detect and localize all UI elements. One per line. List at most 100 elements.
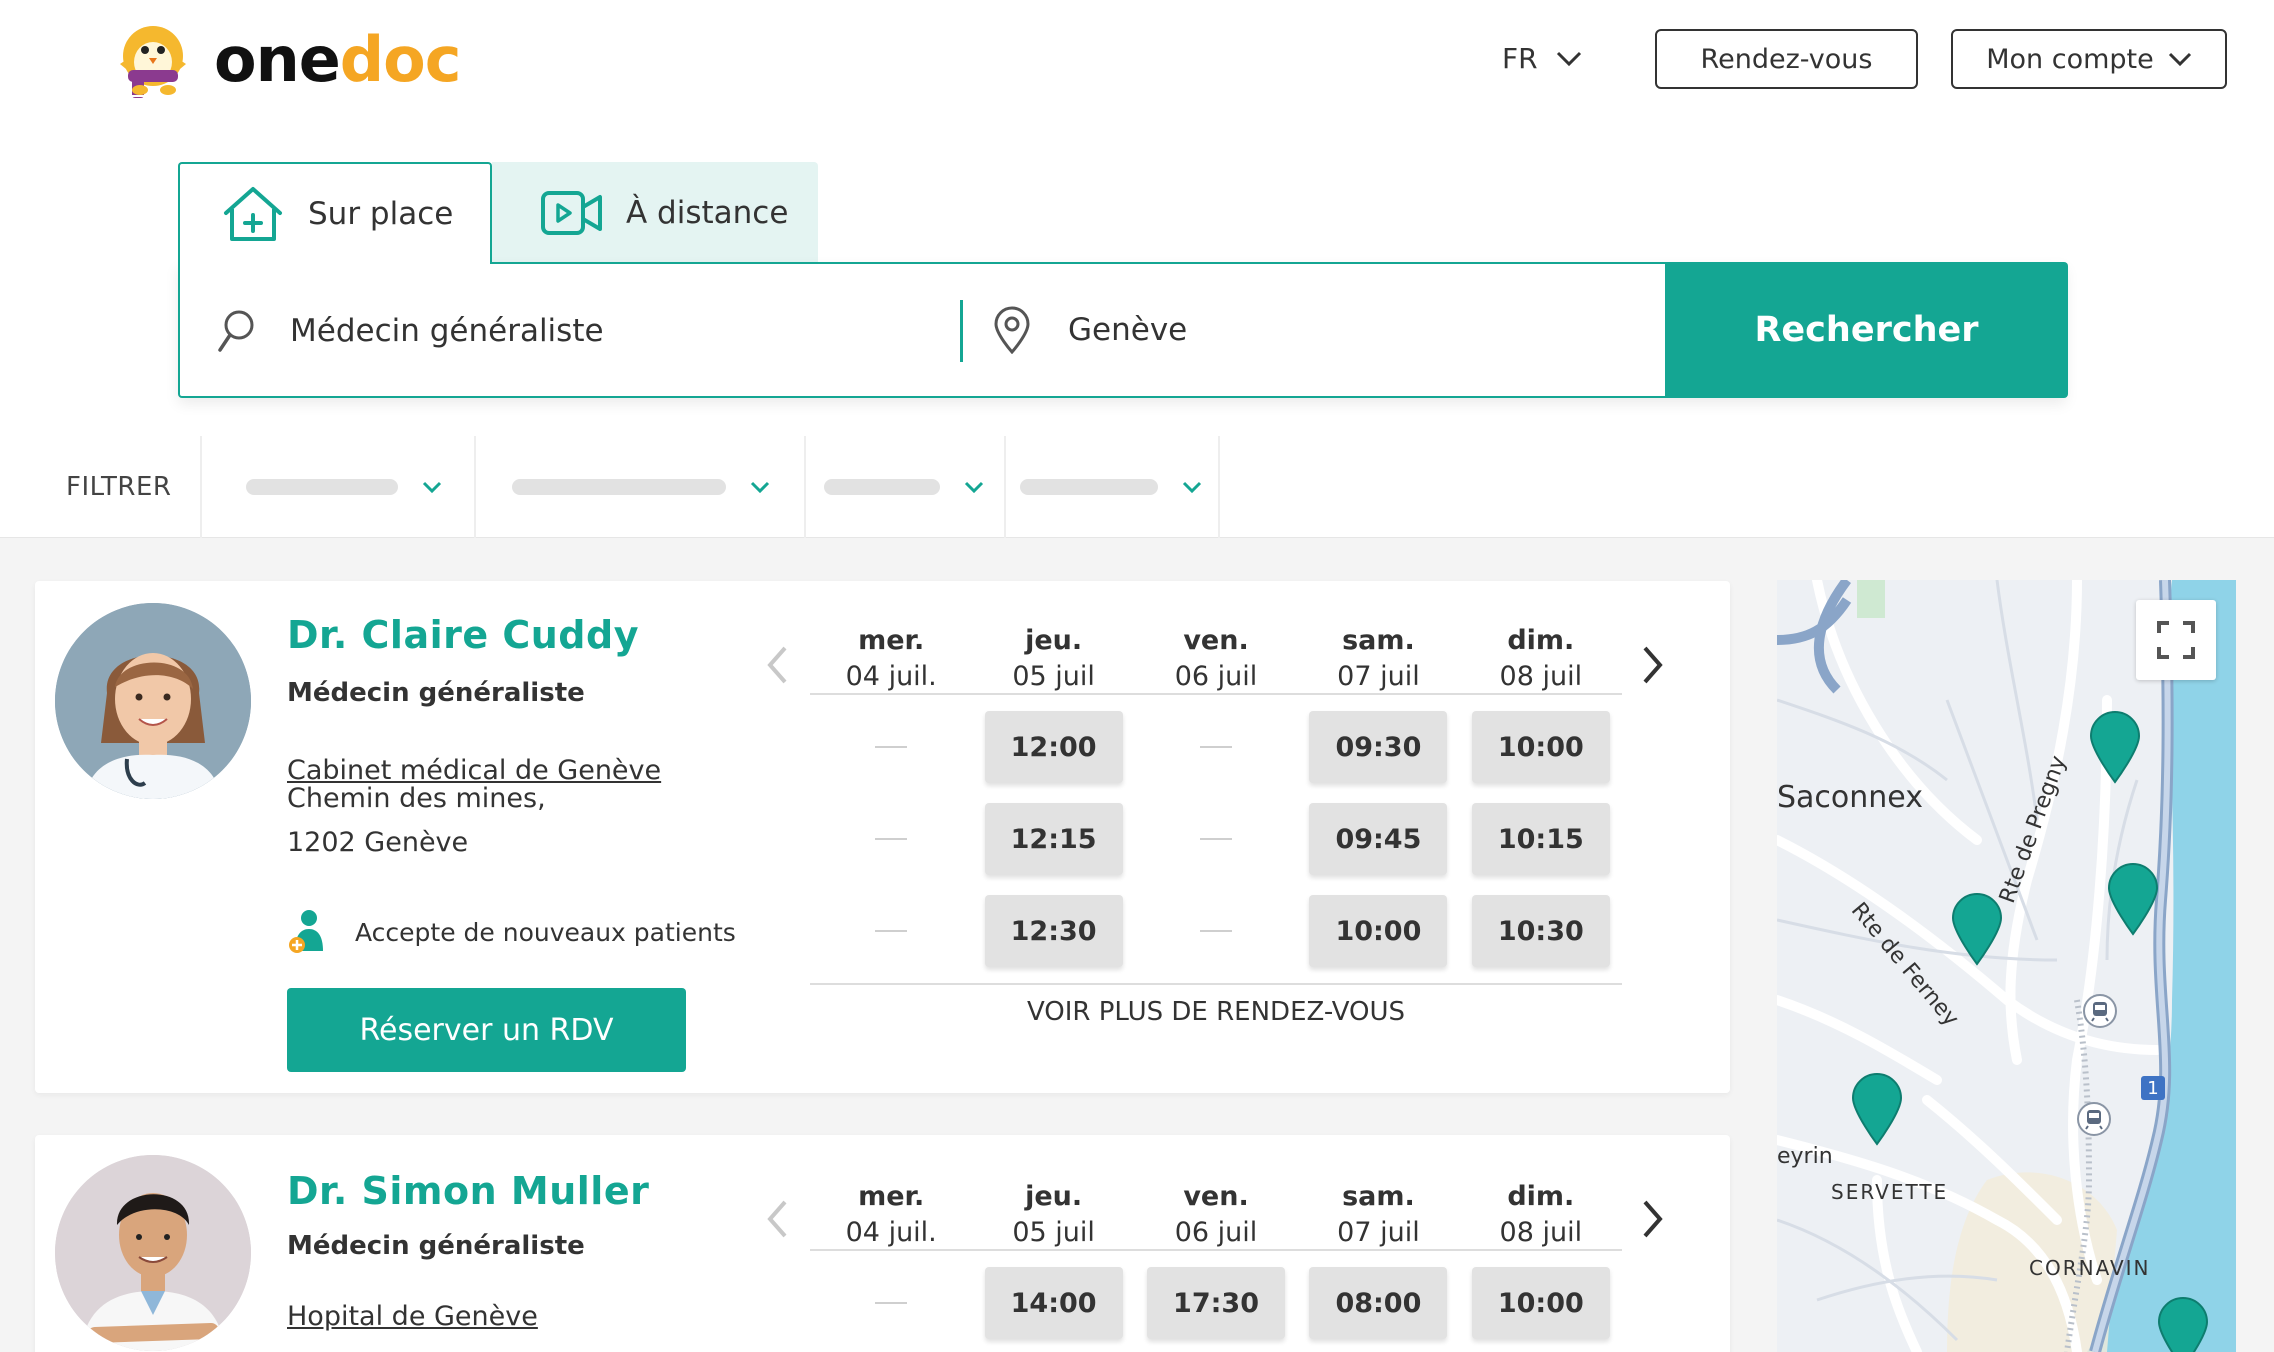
time-slot[interactable]: 17:30 xyxy=(1147,1267,1286,1339)
time-slot[interactable]: 10:15 xyxy=(1471,803,1610,875)
map-marker[interactable] xyxy=(2157,1296,2209,1352)
calendar-header: mer. 04 juil. jeu. 05 juil ven. 06 juil sam… xyxy=(810,1181,1622,1251)
time-slot[interactable]: 09:30 xyxy=(1309,711,1448,783)
map-label-peyrin: eyrin xyxy=(1777,1144,1833,1169)
filter-dropdown-3[interactable] xyxy=(824,436,984,538)
day-header: jeu. 05 juil xyxy=(972,625,1134,693)
time-slot[interactable]: 10:30 xyxy=(1471,895,1610,967)
language-selector[interactable]: FR xyxy=(1502,42,1582,75)
map-marker[interactable] xyxy=(2107,862,2159,940)
time-slot[interactable]: 10:00 xyxy=(1471,1267,1610,1339)
no-slot xyxy=(822,711,960,783)
calendar-slots: 14:00 17:30 08:00 10:00 xyxy=(810,1251,1622,1352)
next-days-button[interactable] xyxy=(1633,635,1673,695)
day-date: 08 juil xyxy=(1499,661,1583,692)
doctor-avatar xyxy=(55,1155,251,1351)
time-slot[interactable]: 14:00 xyxy=(984,1267,1123,1339)
time-slot[interactable]: 10:00 xyxy=(1309,895,1448,967)
search-button[interactable]: Rechercher xyxy=(1665,262,2068,398)
day-date: 07 juil xyxy=(1337,661,1420,692)
address-street: Chemin des mines, xyxy=(287,783,546,814)
day-date: 04 juil. xyxy=(845,1217,937,1248)
onedoc-logo[interactable]: onedoc xyxy=(110,18,462,102)
availability-calendar: mer. 04 juil. jeu. 05 juil ven. 06 juil sam… xyxy=(810,1181,1622,1352)
day-name: jeu. xyxy=(1025,1181,1083,1212)
day-header: dim. 08 juil xyxy=(1460,1181,1622,1249)
map-marker[interactable] xyxy=(2089,710,2141,788)
location-pin-icon xyxy=(994,306,1030,354)
chevron-right-icon xyxy=(1643,646,1663,684)
no-slot xyxy=(822,895,960,967)
day-header: sam. 07 juil xyxy=(1297,1181,1459,1249)
map-fullscreen-button[interactable] xyxy=(2136,600,2216,680)
appointments-button[interactable]: Rendez-vous xyxy=(1655,29,1918,89)
day-column: 17:30 xyxy=(1135,1267,1297,1352)
filter-placeholder xyxy=(1020,479,1158,495)
no-slot xyxy=(1147,895,1285,967)
map-marker[interactable] xyxy=(1951,892,2003,970)
book-appointment-button[interactable]: Réserver un RDV xyxy=(287,988,686,1072)
no-slot xyxy=(1147,803,1285,875)
map-marker[interactable] xyxy=(1851,1072,1903,1150)
address-city: 1202 Genève xyxy=(287,827,469,858)
time-slot[interactable]: 10:00 xyxy=(1471,711,1610,783)
doctor-name[interactable]: Dr. Simon Muller xyxy=(287,1169,649,1213)
day-column xyxy=(810,711,972,987)
chevron-down-icon xyxy=(964,481,984,493)
appointments-button-label: Rendez-vous xyxy=(1700,43,1873,75)
prev-days-button[interactable] xyxy=(757,635,797,695)
day-date: 07 juil xyxy=(1337,1217,1420,1248)
day-header: jeu. 05 juil xyxy=(972,1181,1134,1249)
search-button-label: Rechercher xyxy=(1754,310,1979,350)
video-camera-icon xyxy=(541,191,602,235)
chevron-left-icon xyxy=(767,646,787,684)
map-route-badge: 1 xyxy=(2141,1076,2165,1100)
results-map[interactable]: Saconnex Rte de Ferney Rte de Pregny eyr… xyxy=(1777,580,2236,1352)
chevron-right-icon xyxy=(1643,1200,1663,1238)
location-search-input[interactable]: Genève xyxy=(992,306,1187,354)
tab-remote[interactable]: À distance xyxy=(492,162,818,264)
filter-dropdown-4[interactable] xyxy=(1020,436,1202,538)
specialty-search-value: Médecin généraliste xyxy=(290,313,604,349)
see-more-appointments-link[interactable]: VOIR PLUS DE RENDEZ-VOUS xyxy=(810,983,1622,1027)
next-days-button[interactable] xyxy=(1633,1189,1673,1249)
day-header: sam. 07 juil xyxy=(1297,625,1459,693)
time-slot[interactable]: 08:00 xyxy=(1309,1267,1448,1339)
filter-dropdown-2[interactable] xyxy=(512,436,770,538)
tab-on-site[interactable]: Sur place xyxy=(178,162,492,264)
no-slot xyxy=(822,803,960,875)
penguin-logo-icon xyxy=(110,18,196,102)
day-date: 08 juil xyxy=(1499,1217,1583,1248)
filter-separator xyxy=(200,436,202,538)
day-name: sam. xyxy=(1342,1181,1415,1212)
time-slot[interactable]: 12:15 xyxy=(984,803,1123,875)
account-menu-button[interactable]: Mon compte xyxy=(1951,29,2227,89)
doctor-name[interactable]: Dr. Claire Cuddy xyxy=(287,613,639,657)
day-header: ven. 06 juil xyxy=(1135,625,1297,693)
day-column: 14:00 xyxy=(972,1267,1134,1352)
day-column xyxy=(1135,711,1297,987)
day-name: ven. xyxy=(1183,625,1249,656)
practice-link[interactable]: Hopital de Genève xyxy=(287,1301,538,1332)
day-date: 05 juil xyxy=(1012,1217,1095,1248)
filter-separator xyxy=(804,436,806,538)
time-slot[interactable]: 09:45 xyxy=(1309,803,1448,875)
logo-text-one: one xyxy=(214,23,341,96)
day-column: 12:00 12:15 12:30 xyxy=(972,711,1134,987)
no-slot xyxy=(822,1267,960,1339)
logo-wordmark: onedoc xyxy=(214,29,462,91)
day-column: 10:00 10:15 10:30 xyxy=(1460,711,1622,987)
specialty-search-input[interactable]: Médecin généraliste xyxy=(216,308,604,354)
time-slot[interactable]: 12:00 xyxy=(984,711,1123,783)
day-header: mer. 04 juil. xyxy=(810,1181,972,1249)
practice-address: Chemin des mines, 1202 Genève xyxy=(287,777,546,865)
map-label-cornavin: CORNAVIN xyxy=(2029,1256,2151,1280)
prev-days-button[interactable] xyxy=(757,1189,797,1249)
new-patients-info: Accepte de nouveaux patients xyxy=(287,909,736,955)
account-button-label: Mon compte xyxy=(1986,43,2154,75)
filter-bar: FILTRER xyxy=(0,436,2274,538)
time-slot[interactable]: 12:30 xyxy=(984,895,1123,967)
filter-dropdown-1[interactable] xyxy=(246,436,442,538)
fullscreen-icon xyxy=(2157,621,2195,659)
day-date: 05 juil xyxy=(1012,661,1095,692)
